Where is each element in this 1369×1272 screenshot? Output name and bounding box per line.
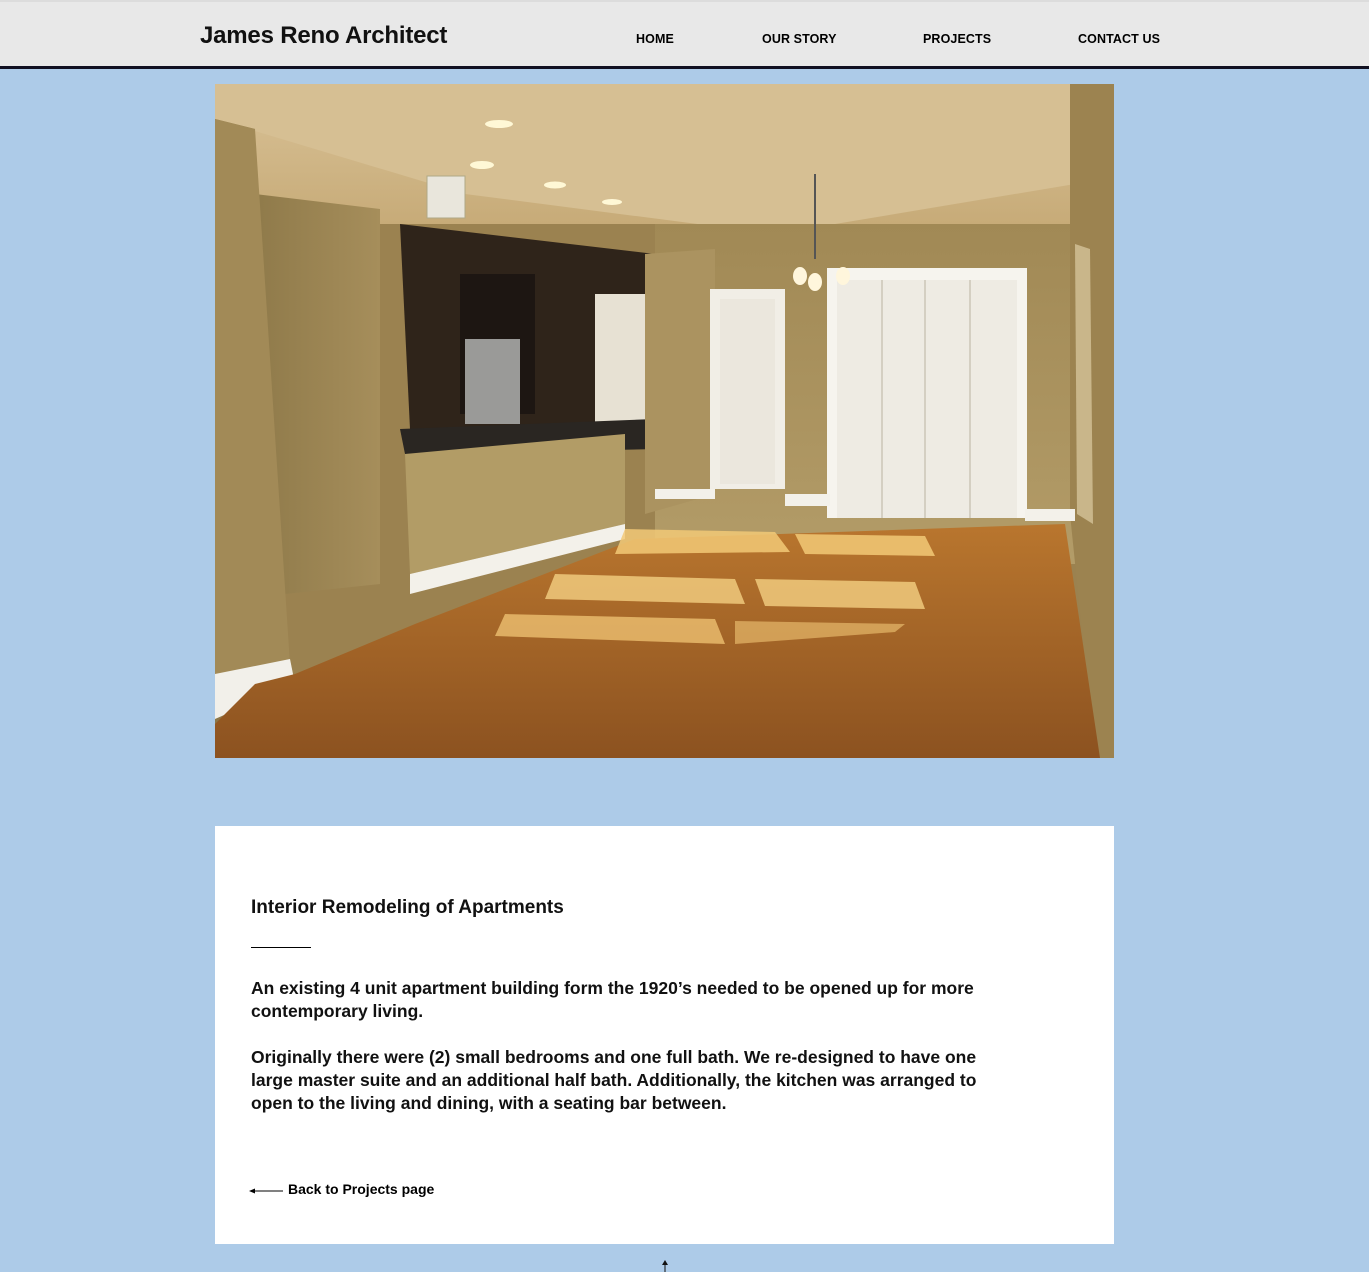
project-title: Interior Remodeling of Apartments bbox=[251, 897, 564, 918]
back-link-label: Back to Projects page bbox=[288, 1181, 435, 1197]
nav-our-story[interactable]: OUR STORY bbox=[762, 32, 837, 46]
title-divider bbox=[251, 947, 311, 948]
nav-projects[interactable]: PROJECTS bbox=[923, 32, 991, 46]
interior-photo-illustration bbox=[215, 84, 1114, 758]
site-header: James Reno Architect HOME OUR STORY PROJ… bbox=[0, 0, 1369, 69]
nav-contact-us[interactable]: CONTACT US bbox=[1078, 32, 1160, 46]
project-description-card: Interior Remodeling of Apartments An exi… bbox=[215, 826, 1114, 1244]
description-paragraph-2: Originally there were (2) small bedrooms… bbox=[251, 1047, 977, 1113]
arrow-left-icon bbox=[249, 1188, 283, 1194]
nav-home[interactable]: HOME bbox=[636, 32, 674, 46]
back-to-projects-link[interactable]: Back to Projects page bbox=[249, 1181, 434, 1197]
site-title[interactable]: James Reno Architect bbox=[200, 22, 447, 50]
project-photo bbox=[215, 84, 1114, 758]
description-paragraph-1: An existing 4 unit apartment building fo… bbox=[251, 978, 974, 1021]
scroll-to-top-icon[interactable] bbox=[659, 1260, 671, 1272]
